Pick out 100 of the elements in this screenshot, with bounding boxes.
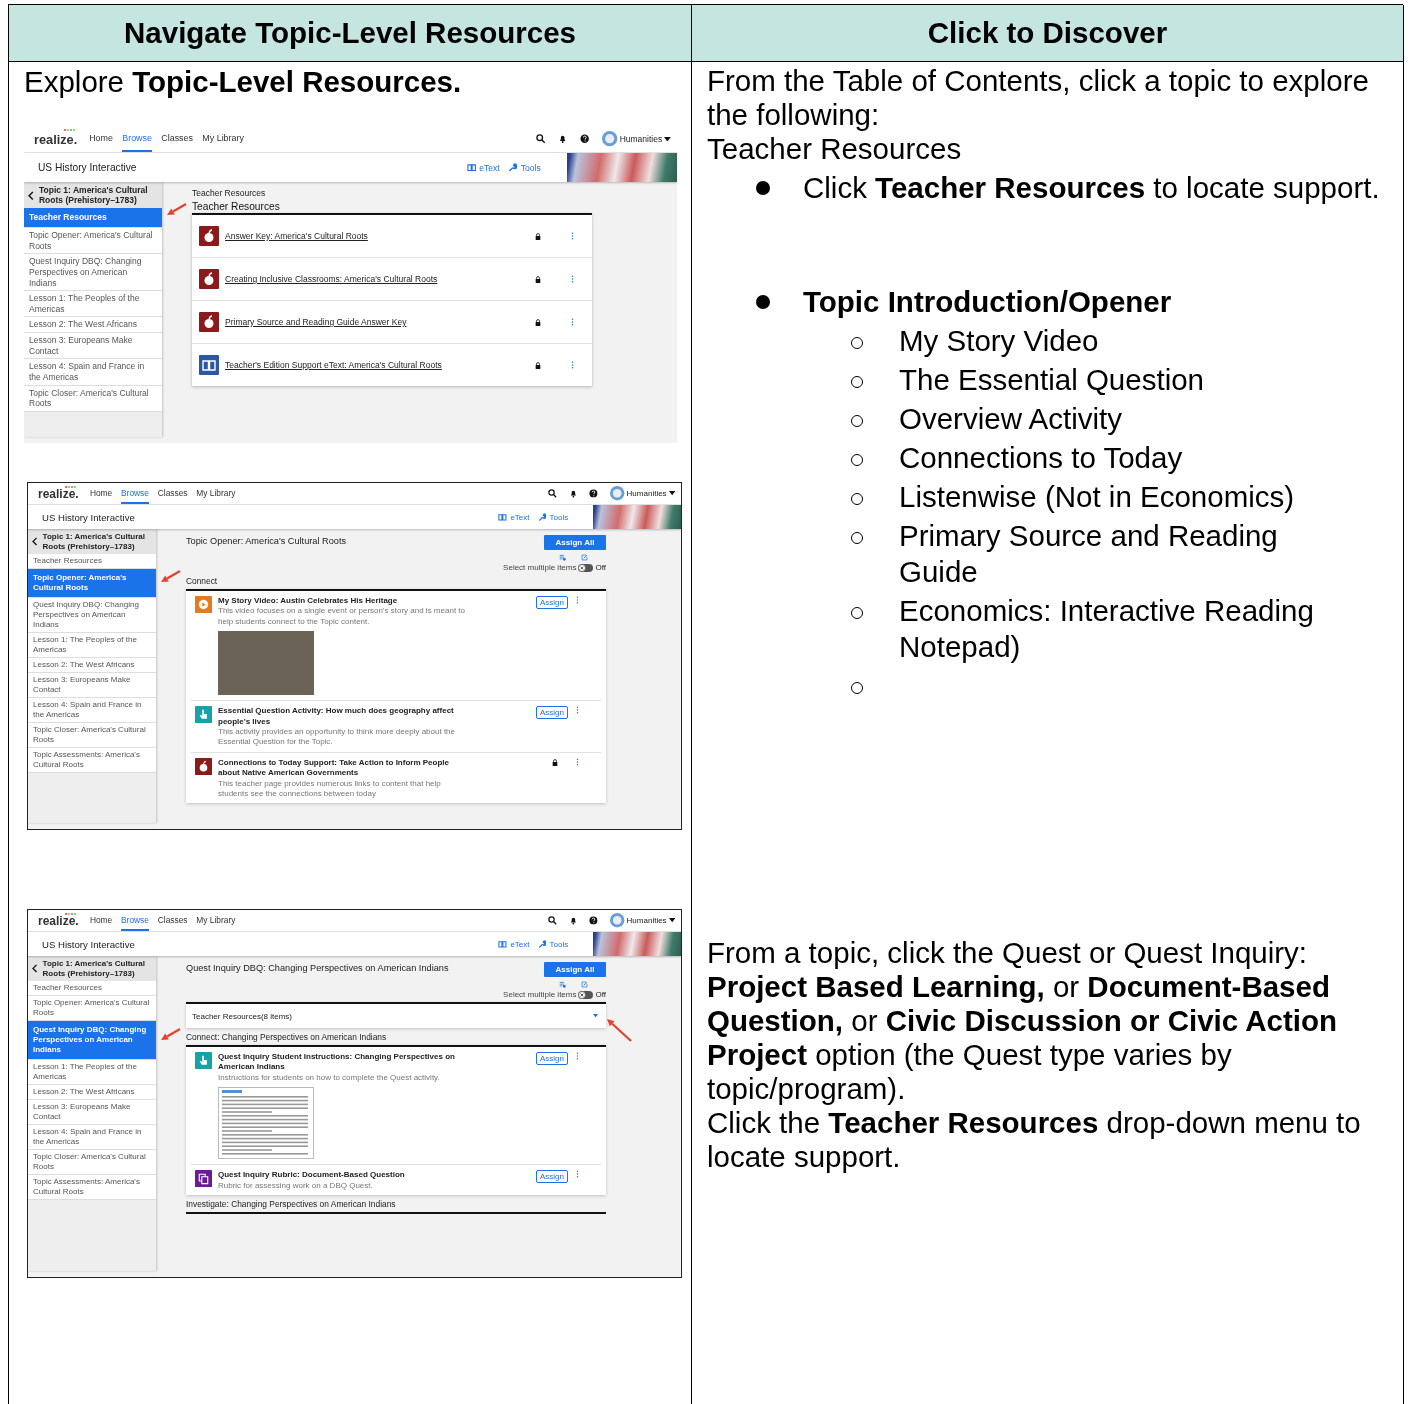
assign-all-button[interactable]: Assign All <box>544 962 606 977</box>
nav-link[interactable]: My Library <box>202 126 244 152</box>
sidebar-item[interactable]: Quest Inquiry DBQ: Changing Perspectives on American Indians <box>24 254 162 292</box>
sidebar-item[interactable]: Teacher Resources <box>28 981 156 997</box>
assign-button[interactable]: Assign <box>536 1052 568 1065</box>
add-to-list-icon[interactable] <box>559 554 566 561</box>
sidebar-item[interactable]: Topic Closer: America's Cultural Roots <box>28 1150 156 1176</box>
caret-icon[interactable] <box>668 918 675 923</box>
nav-link[interactable]: Home <box>89 126 113 152</box>
book-icon[interactable] <box>498 939 508 949</box>
more-options-icon[interactable] <box>571 318 574 326</box>
resource-link[interactable]: Answer Key: America's Cultural Roots <box>225 231 529 241</box>
logo[interactable]: realize. <box>38 910 79 931</box>
assign-button[interactable]: Assign <box>536 706 568 720</box>
back-icon[interactable] <box>28 190 34 200</box>
sidebar-item[interactable]: Topic Opener: America's Cultural Roots <box>28 569 156 599</box>
logo[interactable]: realize. <box>38 483 79 504</box>
sidebar-item[interactable]: Lesson 4: Spain and France in the Americas <box>28 698 156 724</box>
nav-link[interactable]: Home <box>89 483 113 504</box>
account-menu[interactable]: Humanities <box>626 916 667 925</box>
sidebar-item[interactable]: Lesson 1: The Peoples of the Americas <box>24 291 162 318</box>
sidebar-item[interactable]: Lesson 2: The West Africans <box>24 317 162 333</box>
sidebar-item[interactable]: Lesson 4: Spain and France in the Americas <box>24 359 162 386</box>
sidebar-item[interactable]: Quest Inquiry DBQ: Changing Perspectives on American Indians <box>28 598 156 634</box>
sidebar-item[interactable]: Lesson 4: Spain and France in the Americas <box>28 1125 156 1151</box>
sidebar-item[interactable]: Lesson 3: Europeans Make Contact <box>28 1100 156 1126</box>
more-options-icon[interactable] <box>576 596 579 604</box>
more-options-icon[interactable] <box>571 361 574 369</box>
help-icon[interactable] <box>589 489 599 498</box>
wrench-icon[interactable] <box>537 939 547 949</box>
bell-icon[interactable] <box>558 134 568 144</box>
nav-link[interactable]: My Library <box>196 910 236 931</box>
book-icon[interactable] <box>498 512 508 522</box>
sidebar-item[interactable]: Topic Closer: America's Cultural Roots <box>28 723 156 749</box>
nav-link[interactable]: Classes <box>157 483 188 504</box>
help-icon[interactable] <box>580 134 590 144</box>
resource-link[interactable]: Primary Source and Reading Guide Answer Key <box>225 317 529 327</box>
sidebar-item[interactable]: Teacher Resources <box>24 208 162 228</box>
item-title[interactable]: My Story Video: Austin Celebrates His Heritage <box>218 596 468 607</box>
wrench-icon[interactable] <box>537 512 547 522</box>
caret-icon[interactable] <box>664 136 671 142</box>
book-icon[interactable] <box>466 162 476 173</box>
more-options-icon[interactable] <box>576 757 579 766</box>
avatar-icon[interactable] <box>610 486 625 501</box>
teacher-resources-dropdown[interactable]: Teacher Resources(8 items) <box>186 1002 606 1028</box>
breadcrumb[interactable]: Teacher Resources <box>192 188 266 198</box>
tools-link[interactable]: Tools <box>520 162 541 173</box>
edit-icon[interactable] <box>581 981 588 988</box>
nav-link[interactable]: Home <box>89 910 113 931</box>
sidebar-item[interactable]: Lesson 1: The Peoples of the Americas <box>28 633 156 659</box>
sidebar-item[interactable]: Quest Inquiry DBQ: Changing Perspectives on American Indians <box>28 1021 156 1061</box>
account-menu[interactable]: Humanities <box>626 489 667 498</box>
bell-icon[interactable] <box>568 489 578 498</box>
back-icon[interactable] <box>32 537 38 546</box>
assign-all-button[interactable]: Assign All <box>544 535 606 550</box>
sidebar-item[interactable]: Lesson 2: The West Africans <box>28 658 156 674</box>
sidebar-item[interactable]: Topic Closer: America's Cultural Roots <box>24 385 162 412</box>
sidebar-item[interactable]: Lesson 3: Europeans Make Contact <box>24 333 162 360</box>
multi-select-toggle[interactable] <box>578 990 594 999</box>
logo[interactable]: realize. <box>34 126 78 152</box>
document-thumbnail[interactable] <box>218 1087 314 1160</box>
etext-link[interactable]: eText <box>510 512 530 522</box>
sidebar-item[interactable]: Topic Opener: America's Cultural Roots <box>28 996 156 1022</box>
assign-button[interactable]: Assign <box>536 1170 568 1184</box>
search-icon[interactable] <box>536 134 546 144</box>
edit-icon[interactable] <box>581 554 588 561</box>
item-title[interactable]: Connections to Today Support: Take Action to Inform People about Native American Governments <box>218 757 468 779</box>
more-options-icon[interactable] <box>571 275 574 283</box>
add-to-list-icon[interactable] <box>559 981 566 988</box>
item-title[interactable]: Essential Question Activity: How much does geography affect people's lives <box>218 706 468 727</box>
help-icon[interactable] <box>589 916 599 925</box>
nav-link[interactable]: Classes <box>157 910 188 931</box>
sidebar-item[interactable]: Topic Assessments: America's Cultural Roots <box>28 748 156 774</box>
sidebar-item[interactable]: Teacher Resources <box>28 554 156 570</box>
bell-icon[interactable] <box>568 916 578 925</box>
more-options-icon[interactable] <box>576 706 579 715</box>
account-menu[interactable]: Humanities <box>619 134 663 144</box>
nav-link[interactable]: Classes <box>161 126 193 152</box>
avatar-icon[interactable] <box>610 913 625 928</box>
tools-link[interactable]: Tools <box>549 512 569 522</box>
sidebar-item[interactable]: Lesson 3: Europeans Make Contact <box>28 673 156 699</box>
item-title[interactable]: Quest Inquiry Student Instructions: Changing Perspectives on American Indians <box>218 1052 468 1073</box>
resource-link[interactable]: Creating Inclusive Classrooms: America's Cultural Roots <box>225 274 529 284</box>
search-icon[interactable] <box>547 916 557 925</box>
wrench-icon[interactable] <box>508 162 518 173</box>
tools-link[interactable]: Tools <box>549 939 569 949</box>
etext-link[interactable]: eText <box>510 939 530 949</box>
sidebar-item[interactable]: Topic Assessments: America's Cultural Roots <box>28 1175 156 1201</box>
sidebar-item[interactable]: Lesson 1: The Peoples of the Americas <box>28 1060 156 1086</box>
more-options-icon[interactable] <box>576 1170 579 1179</box>
sidebar-item[interactable]: Topic Opener: America's Cultural Roots <box>24 228 162 255</box>
multi-select-toggle[interactable] <box>578 563 594 572</box>
caret-icon[interactable] <box>668 491 675 496</box>
nav-link[interactable]: My Library <box>196 483 236 504</box>
search-icon[interactable] <box>547 489 557 498</box>
item-title[interactable]: Quest Inquiry Rubric: Document-Based Question <box>218 1170 468 1181</box>
more-options-icon[interactable] <box>576 1052 579 1060</box>
sidebar-item[interactable]: Lesson 2: The West Africans <box>28 1085 156 1101</box>
etext-link[interactable]: eText <box>479 162 500 173</box>
resource-link[interactable]: Teacher's Edition Support eText: America's Cultural Roots <box>225 360 529 370</box>
